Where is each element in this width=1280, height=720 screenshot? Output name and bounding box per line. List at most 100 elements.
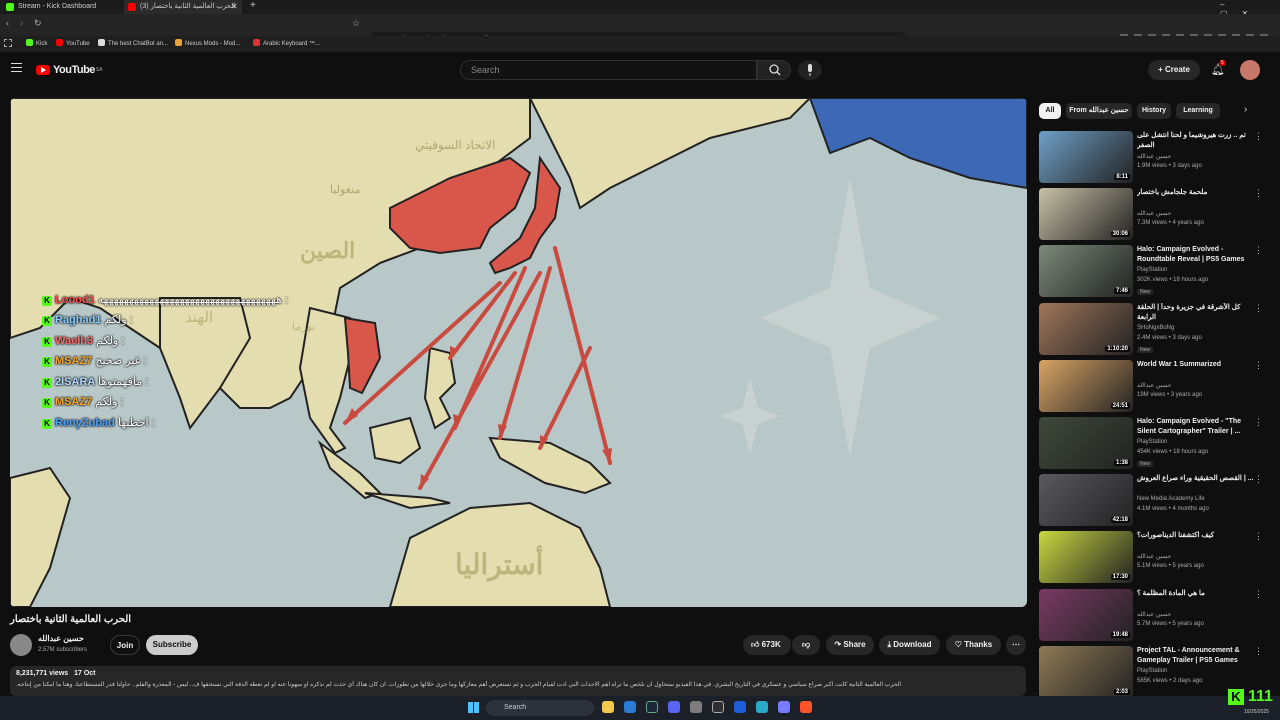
recommendation-title[interactable]: Project TAL - Announcement & Gameplay Tr… <box>1137 646 1257 666</box>
more-options-icon[interactable]: ⋮ <box>1254 417 1263 428</box>
bookmark-arabic-keyboard[interactable]: Arabic Keyboard ™... <box>253 36 320 52</box>
bookmark-nexus[interactable]: Nexus Mods - Mod... <box>175 36 240 52</box>
recommendation-title[interactable]: تم .. زرت هيروشيما و لحنا انتشل على الصف… <box>1137 131 1257 151</box>
more-options-icon[interactable]: ⋮ <box>1254 131 1263 142</box>
bookmark-youtube[interactable]: YouTube <box>56 36 90 52</box>
search-input[interactable]: Search <box>460 60 757 80</box>
steam-icon[interactable] <box>646 701 658 713</box>
forward-icon[interactable]: › <box>20 18 23 28</box>
recommendation-item[interactable]: 24:51 World War 1 Summarized حسين عبدالله 1… <box>1039 359 1263 412</box>
more-options-icon[interactable]: ⋮ <box>1254 303 1263 314</box>
chip-all[interactable]: All <box>1039 103 1061 119</box>
create-button[interactable]: + Create <box>1148 60 1200 80</box>
recommendation-item[interactable]: 7:46 Halo: Campaign Evolved - Roundtable … <box>1039 245 1263 298</box>
more-options-icon[interactable]: ⋮ <box>1254 646 1263 657</box>
brave-icon[interactable] <box>800 701 812 713</box>
video-thumbnail[interactable]: 19:48 <box>1039 588 1133 641</box>
recommendation-channel[interactable]: حسين عبدالله <box>1137 382 1171 389</box>
recommendation-item[interactable]: 42:18 القصص الحقيقية وراء صراع العروش | .… <box>1039 474 1263 527</box>
more-options-icon[interactable]: ⋮ <box>1254 589 1263 600</box>
recommendation-channel[interactable]: SHoNgxBoNg <box>1137 325 1174 331</box>
windows-icon[interactable] <box>468 702 479 713</box>
recommendation-item[interactable]: 8:11 تم .. زرت هيروشيما و لحنا انتشل على … <box>1039 131 1263 183</box>
search-button[interactable] <box>757 60 791 80</box>
recommendation-title[interactable]: ما هي المادة المظلمة ؟ <box>1137 589 1257 599</box>
video-thumbnail[interactable]: 17:30 <box>1039 531 1133 584</box>
new-tab-button[interactable]: + <box>250 0 256 11</box>
video-thumbnail[interactable]: 1:10:20 <box>1039 302 1133 355</box>
taskbar-search[interactable]: Search <box>486 700 594 716</box>
chip-from-channel[interactable]: From حسين عبدالله <box>1066 103 1132 119</box>
video-thumbnail[interactable]: 30:06 <box>1039 188 1133 241</box>
chevron-right-icon[interactable]: › <box>1244 104 1247 115</box>
video-thumbnail[interactable]: 24:51 <box>1039 359 1133 412</box>
close-tab-icon[interactable]: ✕ <box>231 2 238 11</box>
app-icon[interactable] <box>734 701 746 713</box>
back-icon[interactable]: ‹ <box>6 18 9 28</box>
recommendation-title[interactable]: كيف اكتشفنا الديناصورات؟ <box>1137 531 1257 541</box>
video-thumbnail[interactable]: 42:18 <box>1039 474 1133 527</box>
more-options-icon[interactable]: ⋮ <box>1254 360 1263 371</box>
video-thumbnail[interactable]: 1:38 <box>1039 417 1133 469</box>
apps-icon[interactable] <box>4 39 12 47</box>
recommendation-channel[interactable]: PlayStation <box>1137 439 1167 445</box>
description-box[interactable]: 8,231,771 views 17 Oct الحرب العالمية ال… <box>10 666 1026 696</box>
more-options-icon[interactable]: ⋮ <box>1254 531 1263 542</box>
recommendation-channel[interactable]: حسين عبدالله <box>1137 210 1171 217</box>
video-thumbnail[interactable]: 8:11 <box>1039 131 1133 183</box>
bookmark-kick[interactable]: Kick <box>26 36 47 52</box>
recommendation-title[interactable]: كل الأشرقة في جزيرة وحداً | الحلقة الراب… <box>1137 303 1257 323</box>
bookmark-chatbot[interactable]: The best ChatBot an... <box>98 36 168 52</box>
download-button[interactable]: ⤓ Download <box>879 635 940 655</box>
app-icon[interactable] <box>690 701 702 713</box>
video-player[interactable]: الاتحاد السوفيتي منغوليا الصين الهند بور… <box>10 98 1027 607</box>
channel-avatar[interactable] <box>10 634 32 656</box>
recommendation-channel[interactable]: حسين عبدالله <box>1137 611 1171 618</box>
join-button[interactable]: Join <box>110 635 140 655</box>
recommendation-item[interactable]: 1:10:20 كل الأشرقة في جزيرة وحداً | الحلق… <box>1039 302 1263 355</box>
recommendation-title[interactable]: Halo: Campaign Evolved - Roundtable Reve… <box>1137 245 1257 265</box>
chip-learning[interactable]: Learning <box>1176 103 1220 119</box>
more-actions-button[interactable]: ⋯ <box>1006 635 1026 655</box>
avatar[interactable] <box>1240 60 1260 80</box>
more-options-icon[interactable]: ⋮ <box>1254 245 1263 256</box>
recommendation-item[interactable]: 1:38 Halo: Campaign Evolved - "The Silent… <box>1039 417 1263 469</box>
tab-kick-dashboard[interactable]: Stream - Kick Dashboard <box>2 0 120 14</box>
photos-icon[interactable] <box>624 701 636 713</box>
recommendation-item[interactable]: 17:30 كيف اكتشفنا الديناصورات؟ حسين عبدالل… <box>1039 531 1263 584</box>
tab-youtube-video[interactable]: (3) الحرب العالمية الثانية باختصار <box>124 0 242 14</box>
voice-search-button[interactable] <box>798 60 822 80</box>
dislike-button[interactable]: 👎︎ <box>792 635 820 655</box>
video-duration: 30:06 <box>1110 231 1130 238</box>
thanks-button[interactable]: ♡ Thanks <box>946 635 1001 655</box>
discord-icon[interactable] <box>668 701 680 713</box>
obs-icon[interactable] <box>712 701 724 713</box>
bookmark-star-icon[interactable]: ☆ <box>352 18 360 29</box>
like-button[interactable]: 👍︎ 673K <box>743 635 791 655</box>
recommendation-channel[interactable]: PlayStation <box>1137 267 1167 273</box>
app-icon[interactable] <box>778 701 790 713</box>
recommendation-channel[interactable]: New Media Academy Life <box>1137 496 1205 502</box>
menu-icon[interactable] <box>11 63 22 72</box>
app-icon[interactable] <box>756 701 768 713</box>
file-explorer-icon[interactable] <box>602 701 614 713</box>
more-options-icon[interactable]: ⋮ <box>1254 474 1263 485</box>
recommendation-title[interactable]: World War 1 Summarized <box>1137 360 1257 370</box>
recommendation-title[interactable]: Halo: Campaign Evolved - "The Silent Car… <box>1137 417 1257 437</box>
recommendation-item[interactable]: 30:06 ملحمة جلجامش باختصار حسين عبدالله 7.3… <box>1039 188 1263 241</box>
recommendation-title[interactable]: ملحمة جلجامش باختصار <box>1137 188 1257 198</box>
youtube-logo[interactable]: YouTube SA <box>36 64 103 76</box>
reload-icon[interactable]: ↻ <box>34 18 42 29</box>
subscribe-button[interactable]: Subscribe <box>146 635 198 655</box>
channel-name[interactable]: حسين عبدالله <box>38 634 84 643</box>
recommendation-channel[interactable]: PlayStation <box>1137 668 1167 674</box>
more-options-icon[interactable]: ⋮ <box>1254 188 1263 199</box>
recommendation-channel[interactable]: حسين عبدالله <box>1137 153 1171 160</box>
video-thumbnail[interactable]: 2:03 <box>1039 645 1133 698</box>
chip-history[interactable]: History <box>1137 103 1171 119</box>
video-thumbnail[interactable]: 7:46 <box>1039 245 1133 298</box>
share-button[interactable]: ↷ Share <box>826 635 874 655</box>
recommendation-channel[interactable]: حسين عبدالله <box>1137 553 1171 560</box>
recommendation-title[interactable]: القصص الحقيقية وراء صراع العروش | ... <box>1137 474 1257 484</box>
recommendation-item[interactable]: 19:48 ما هي المادة المظلمة ؟ حسين عبدالله 5… <box>1039 588 1263 641</box>
